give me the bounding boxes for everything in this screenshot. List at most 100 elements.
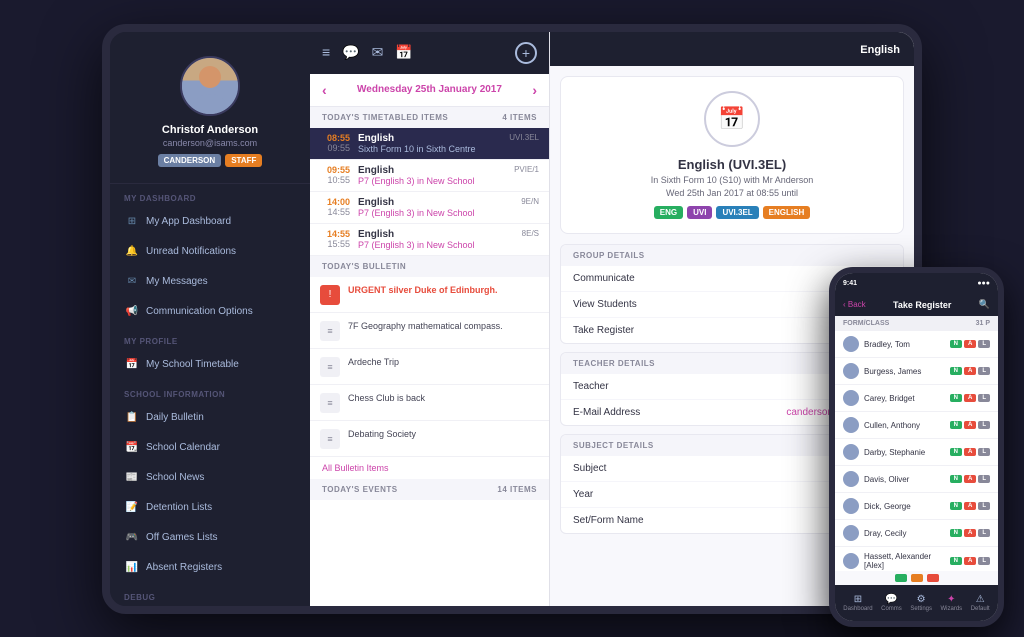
- sidebar-item-my-app-dashboard[interactable]: ⊞ My App Dashboard: [110, 207, 310, 237]
- phone-list: Bradley, Tom N A L Burgess, James N A L: [835, 331, 998, 571]
- tag-eng: ENG: [654, 206, 683, 219]
- all-bulletin-items-link[interactable]: All Bulletin Items: [310, 457, 549, 479]
- phone-signal: ●●●: [977, 280, 990, 287]
- bulletin-item-0[interactable]: ! URGENT silver Duke of Edinburgh.: [310, 277, 549, 313]
- footer-settings[interactable]: ⚙ Settings: [910, 594, 932, 612]
- bulletin-item-3[interactable]: ≡ Chess Club is back: [310, 385, 549, 421]
- chat-icon[interactable]: 💬: [342, 44, 359, 61]
- btn-present-1[interactable]: N: [950, 367, 962, 375]
- sidebar-item-communication-options[interactable]: 📢 Communication Options: [110, 297, 310, 327]
- doc-icon-1: ≡: [320, 321, 340, 341]
- btn-present-2[interactable]: N: [950, 394, 962, 402]
- btn-late-8[interactable]: L: [978, 557, 990, 565]
- comm-icon: 📢: [124, 304, 140, 320]
- time-block-1: 09:55 10:55: [320, 165, 350, 186]
- btn-late-1[interactable]: L: [978, 367, 990, 375]
- phone-search-icon[interactable]: 🔍: [979, 299, 990, 310]
- sidebar-item-daily-bulletin[interactable]: 📋 Daily Bulletin: [110, 403, 310, 433]
- btn-absent-0[interactable]: A: [964, 340, 976, 348]
- phone-student-0[interactable]: Bradley, Tom N A L: [835, 331, 998, 358]
- sidebar-item-my-school-timetable[interactable]: 📅 My School Timetable: [110, 350, 310, 380]
- student-avatar-6: [843, 498, 859, 514]
- student-btns-5: N A L: [950, 475, 990, 483]
- phone-student-3[interactable]: Cullen, Anthony N A L: [835, 412, 998, 439]
- tablet-frame: Christof Anderson canderson@isams.com CA…: [102, 24, 922, 614]
- sidebar-item-detention-lists[interactable]: 📝 Detention Lists: [110, 493, 310, 523]
- user-badges: CANDERSON STAFF: [158, 154, 263, 167]
- btn-late-4[interactable]: L: [978, 448, 990, 456]
- footer-dashboard[interactable]: ⊞ Dashboard: [843, 594, 872, 612]
- badge-staff: STAFF: [225, 154, 262, 167]
- section-debug: DEBUG: [110, 583, 310, 606]
- btn-absent-7[interactable]: A: [964, 529, 976, 537]
- btn-present-0[interactable]: N: [950, 340, 962, 348]
- student-btns-7: N A L: [950, 529, 990, 537]
- item-info-2: English P7 (English 3) in New School: [358, 197, 521, 218]
- footer-comms[interactable]: 💬 Comms: [881, 594, 902, 612]
- sidebar-item-unread-notifications[interactable]: 🔔 Unread Notifications: [110, 237, 310, 267]
- btn-present-3[interactable]: N: [950, 421, 962, 429]
- sidebar-item-school-news[interactable]: 📰 School News: [110, 463, 310, 493]
- phone-list-header: FORM/CLASS 31 P: [835, 316, 998, 331]
- timetable-item-1[interactable]: 09:55 10:55 English P7 (English 3) in Ne…: [310, 160, 549, 192]
- timetable-item-2[interactable]: 14:00 14:55 English P7 (English 3) in Ne…: [310, 192, 549, 224]
- btn-absent-1[interactable]: A: [964, 367, 976, 375]
- phone-student-6[interactable]: Dick, George N A L: [835, 493, 998, 520]
- btn-present-7[interactable]: N: [950, 529, 962, 537]
- footer-wizards-icon: ✦: [947, 594, 955, 605]
- sidebar-item-school-calendar[interactable]: 📆 School Calendar: [110, 433, 310, 463]
- bulletin-item-4[interactable]: ≡ Debating Society: [310, 421, 549, 457]
- phone-screen: 9:41 ●●● ‹ Back Take Register 🔍 FORM/CLA…: [835, 273, 998, 621]
- btn-present-8[interactable]: N: [950, 557, 962, 565]
- phone-student-5[interactable]: Davis, Oliver N A L: [835, 466, 998, 493]
- student-btns-1: N A L: [950, 367, 990, 375]
- mail-icon[interactable]: ✉: [372, 44, 384, 61]
- btn-late-7[interactable]: L: [978, 529, 990, 537]
- btn-absent-2[interactable]: A: [964, 394, 976, 402]
- btn-late-6[interactable]: L: [978, 502, 990, 510]
- footer-default[interactable]: ⚠ Default: [971, 594, 990, 612]
- btn-present-4[interactable]: N: [950, 448, 962, 456]
- footer-wizards[interactable]: ✦ Wizards: [941, 594, 963, 612]
- phone-time: 9:41: [843, 280, 857, 287]
- btn-absent-6[interactable]: A: [964, 502, 976, 510]
- add-button[interactable]: +: [515, 42, 537, 64]
- calendar-header-icon[interactable]: 📅: [395, 44, 412, 61]
- bulletin-item-1[interactable]: ≡ 7F Geography mathematical compass.: [310, 313, 549, 349]
- item-info-0: English Sixth Form 10 in Sixth Centre: [358, 133, 509, 154]
- phone-footer: ⊞ Dashboard 💬 Comms ⚙ Settings ✦ Wizards…: [835, 585, 998, 621]
- phone-student-8[interactable]: Hassett, Alexander [Alex] N A L: [835, 547, 998, 571]
- btn-late-0[interactable]: L: [978, 340, 990, 348]
- btn-late-2[interactable]: L: [978, 394, 990, 402]
- btn-absent-8[interactable]: A: [964, 557, 976, 565]
- phone-student-4[interactable]: Darby, Stephanie N A L: [835, 439, 998, 466]
- btn-absent-5[interactable]: A: [964, 475, 976, 483]
- phone-student-1[interactable]: Burgess, James N A L: [835, 358, 998, 385]
- btn-late-3[interactable]: L: [978, 421, 990, 429]
- timetable-item-0[interactable]: 08:55 09:55 English Sixth Form 10 in Six…: [310, 128, 549, 160]
- sidebar-item-my-messages[interactable]: ✉ My Messages: [110, 267, 310, 297]
- screen-wrapper: Christof Anderson canderson@isams.com CA…: [0, 0, 1024, 637]
- sidebar-item-off-games-lists[interactable]: 🎮 Off Games Lists: [110, 523, 310, 553]
- sidebar-item-absent-registers[interactable]: 📊 Absent Registers: [110, 553, 310, 583]
- center-panel: ≡ 💬 ✉ 📅 + ‹ Wednesday 25th January 2017 …: [310, 32, 550, 606]
- student-btns-4: N A L: [950, 448, 990, 456]
- btn-absent-3[interactable]: A: [964, 421, 976, 429]
- btn-late-5[interactable]: L: [978, 475, 990, 483]
- phone-student-7[interactable]: Dray, Cecily N A L: [835, 520, 998, 547]
- timetable-item-3[interactable]: 14:55 15:55 English P7 (English 3) in Ne…: [310, 224, 549, 256]
- btn-present-6[interactable]: N: [950, 502, 962, 510]
- btn-present-5[interactable]: N: [950, 475, 962, 483]
- phone-student-2[interactable]: Carey, Bridget N A L: [835, 385, 998, 412]
- menu-icon[interactable]: ≡: [322, 44, 330, 61]
- btn-absent-4[interactable]: A: [964, 448, 976, 456]
- detail-header-title: English: [860, 44, 900, 56]
- next-date-button[interactable]: ›: [532, 82, 537, 98]
- legend-orange: [911, 574, 923, 582]
- user-profile: Christof Anderson canderson@isams.com CA…: [110, 48, 310, 184]
- prev-date-button[interactable]: ‹: [322, 82, 327, 98]
- phone-back-button[interactable]: ‹ Back: [843, 300, 866, 309]
- bulletin-item-2[interactable]: ≡ Ardeche Trip: [310, 349, 549, 385]
- group-details-header: GROUP DETAILS: [561, 245, 903, 266]
- phone-frame: 9:41 ●●● ‹ Back Take Register 🔍 FORM/CLA…: [829, 267, 1004, 627]
